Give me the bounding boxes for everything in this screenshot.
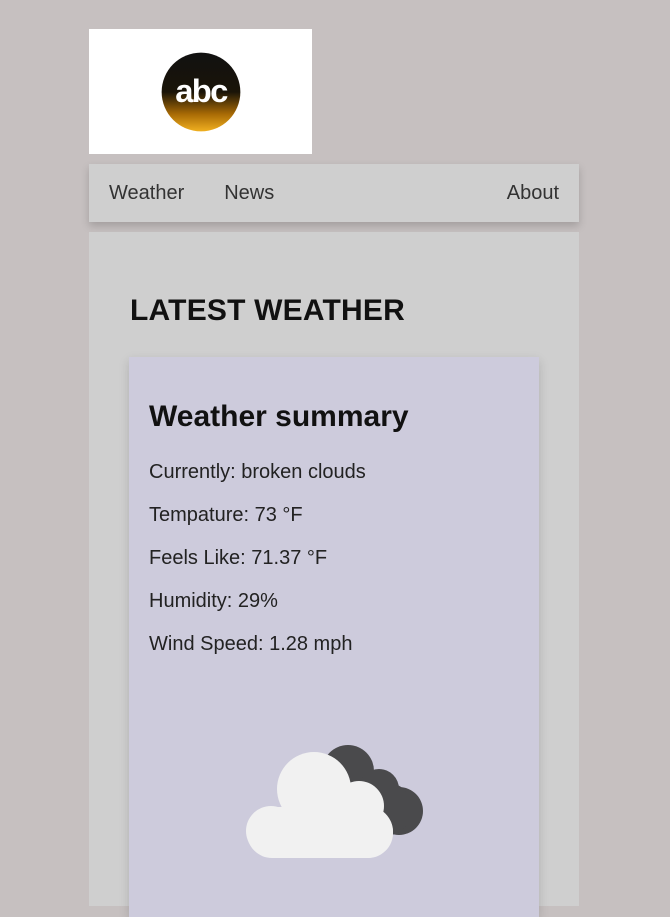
main-panel: LATEST WEATHER Weather summary Currently…	[89, 232, 579, 917]
abc-logo-text: abc	[175, 71, 228, 108]
nav-about-link[interactable]: About	[507, 182, 559, 205]
current-conditions-text: Currently: broken clouds	[149, 461, 366, 483]
card-title: Weather summary	[149, 400, 409, 433]
feels-like-text: Feels Like: 71.37 °F	[149, 547, 328, 569]
logo-box: abc	[89, 29, 312, 154]
abc-logo-icon: abc	[161, 52, 240, 131]
nav-news-link[interactable]: News	[224, 182, 274, 205]
temperature-text: Tempature: 73 °F	[149, 504, 303, 526]
nav-weather-link[interactable]: Weather	[109, 182, 184, 205]
top-navbar: Weather News About	[89, 164, 579, 222]
wind-speed-text: Wind Speed: 1.28 mph	[149, 633, 353, 655]
page-title: LATEST WEATHER	[130, 294, 405, 327]
humidity-text: Humidity: 29%	[149, 590, 278, 612]
weather-summary-card: Weather summary Currently: broken clouds…	[129, 357, 539, 917]
broken-clouds-icon	[246, 745, 423, 858]
